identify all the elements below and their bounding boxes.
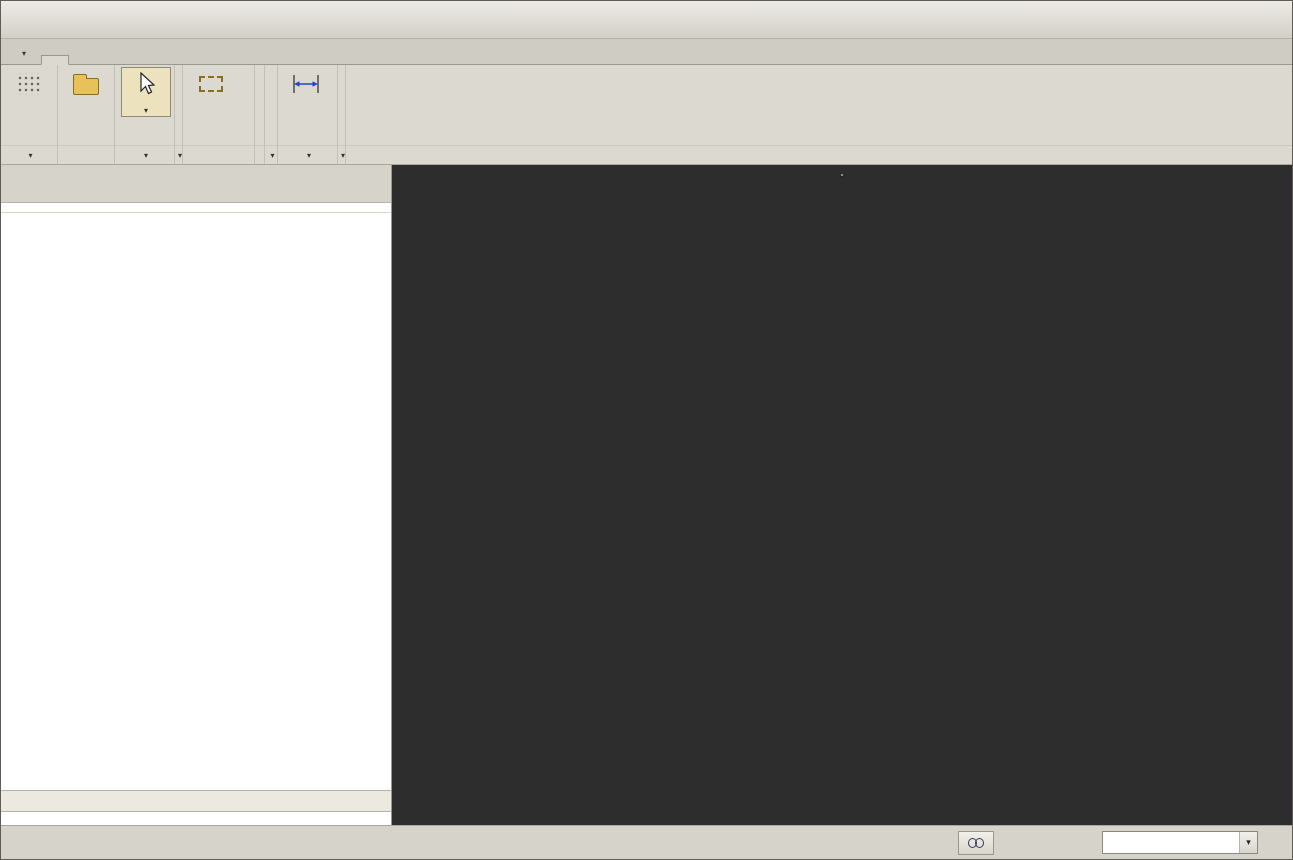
sketch-svg[interactable]	[392, 165, 1292, 825]
group-constrain	[265, 65, 279, 164]
group-label-sketch	[183, 145, 255, 164]
navigator-toolbar	[1, 165, 391, 203]
status-bar	[1, 825, 1292, 859]
select-cursor-icon	[137, 70, 155, 98]
folder-navigator	[1, 165, 392, 825]
group-label-constrain[interactable]	[265, 145, 278, 164]
common-folders-header	[1, 203, 391, 213]
group-label-dimension[interactable]	[278, 145, 338, 164]
construction-mode-button[interactable]	[186, 67, 236, 101]
tab-tools[interactable]	[99, 54, 127, 64]
folder-tree-bar[interactable]	[1, 790, 391, 812]
tab-view[interactable]	[128, 54, 156, 64]
group-get-data	[58, 65, 115, 164]
in-graphics-toolbar	[841, 174, 843, 176]
ribbon-filler	[346, 65, 1292, 164]
normal-dimension-icon	[291, 70, 321, 98]
group-sketch	[183, 65, 256, 164]
group-label-edit	[255, 145, 265, 164]
sidebar-padding	[1, 812, 391, 825]
chevron-down-icon[interactable]	[1239, 832, 1257, 853]
file-system-button[interactable]	[61, 67, 111, 101]
group-label-settings[interactable]	[1, 145, 57, 164]
file-system-icon	[73, 74, 99, 95]
group-settings	[1, 65, 58, 164]
normal-dimension-button[interactable]	[281, 67, 331, 101]
title-bar	[1, 1, 1292, 39]
group-edit	[255, 65, 266, 164]
select-tool-button[interactable]	[121, 67, 171, 118]
group-label-operations[interactable]	[115, 145, 174, 164]
group-dimension	[278, 65, 339, 164]
group-operations	[115, 65, 175, 164]
chevron-down-icon	[22, 44, 26, 59]
tab-file[interactable]	[5, 39, 40, 64]
grid-settings-button[interactable]	[4, 67, 54, 101]
construction-mode-icon	[199, 76, 224, 92]
creo-parametric-window	[0, 0, 1293, 860]
group-label-datum[interactable]	[175, 145, 183, 164]
ribbon	[1, 65, 1292, 165]
group-label-get-data	[58, 145, 114, 164]
group-datum	[175, 65, 184, 164]
group-label-inspect[interactable]	[338, 145, 346, 164]
tab-analysis[interactable]	[70, 54, 98, 64]
group-inspect	[338, 65, 347, 164]
ribbon-tab-bar	[1, 39, 1292, 65]
graphics-area[interactable]	[392, 165, 1292, 825]
find-button[interactable]	[958, 830, 994, 855]
filter-select[interactable]	[1102, 831, 1258, 854]
find-icon	[968, 838, 984, 848]
dropdown-caret-icon	[144, 102, 148, 116]
folder-list	[1, 213, 391, 217]
grid-icon	[16, 73, 42, 95]
tab-sketch[interactable]	[41, 55, 70, 65]
